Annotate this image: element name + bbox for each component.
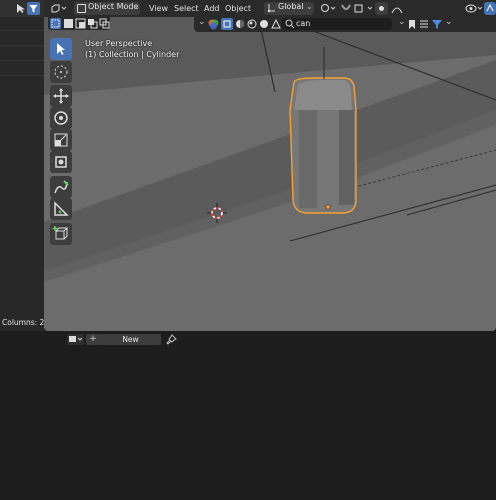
chevron-down-icon: ⌄ (132, 2, 139, 11)
editor-type-icon[interactable] (50, 3, 68, 16)
shading-material-icon[interactable] (235, 19, 245, 31)
add-datablock-button[interactable]: + (86, 334, 100, 345)
rotate-icon[interactable] (50, 107, 72, 129)
chevron-down-icon[interactable]: ⌄ (445, 17, 453, 27)
shading-rendered-icon[interactable] (247, 19, 257, 31)
viewport-toolbar: ⌄ can ⌄ ⌄ (194, 17, 496, 32)
chevron-down-icon[interactable]: ⌄ (398, 17, 406, 27)
object-mode-icon (77, 4, 86, 13)
menu-select[interactable]: Select (174, 2, 199, 15)
shading-wireframe-icon[interactable] (259, 19, 269, 31)
viewport-header: Object Mode ⌄ View Select Add Object Glo… (44, 0, 496, 17)
snap-target-icon[interactable] (354, 3, 374, 16)
browse-datablock-button[interactable] (67, 334, 84, 345)
chevron-down-icon: ⌄ (306, 2, 313, 11)
chevron-down-icon[interactable]: ⌄ (198, 17, 206, 27)
mode-dropdown[interactable]: Object Mode ⌄ (74, 2, 140, 15)
overlay-icon[interactable] (208, 19, 219, 32)
outliner-header (0, 0, 44, 17)
menu-add[interactable]: Add (204, 2, 220, 15)
pivot-icon[interactable] (320, 3, 338, 16)
measure-icon[interactable] (50, 198, 72, 220)
collection-label: (1) Collection | Cylinder (85, 50, 180, 59)
funnel-icon[interactable] (431, 19, 443, 32)
transform-orientation-dropdown[interactable]: Global ⌄ (264, 2, 314, 15)
select-invert-icon[interactable] (87, 18, 98, 31)
search-icon (285, 19, 295, 31)
menu-object[interactable]: Object (225, 2, 251, 15)
select-intersect-icon[interactable] (99, 18, 110, 31)
search-field[interactable]: can (282, 18, 392, 30)
search-input[interactable]: can (296, 18, 386, 30)
bookmark-icon[interactable] (408, 19, 416, 32)
gizmo-toggle[interactable] (484, 2, 496, 15)
view-name-label: User Perspective (85, 39, 153, 48)
snap-icon[interactable] (340, 2, 352, 16)
orientation-label: Global (278, 2, 304, 11)
outliner-panel (0, 0, 44, 331)
lines-icon[interactable] (419, 19, 429, 31)
global-icon (267, 3, 276, 15)
select-extend-icon[interactable] (63, 18, 74, 31)
pin-icon[interactable] (166, 334, 177, 345)
menu-view[interactable]: View (149, 2, 168, 15)
filter-icon[interactable] (27, 2, 40, 15)
bottom-editor-area (0, 331, 496, 500)
cursor-select-icon[interactable] (16, 3, 26, 16)
add-cube-icon[interactable] (50, 223, 72, 245)
proportional-icon[interactable] (391, 3, 403, 16)
scale-icon[interactable] (50, 129, 72, 151)
proportional-toggle[interactable] (375, 2, 388, 15)
columns-label: Columns: 2 (2, 318, 45, 327)
select-subtract-icon[interactable] (75, 18, 86, 31)
transform-icon[interactable] (50, 151, 72, 173)
select-mode-bar (48, 17, 110, 30)
view-object-types-icon[interactable] (465, 3, 483, 16)
mode-label: Object Mode (88, 2, 139, 11)
shading-solid-icon[interactable] (221, 18, 233, 30)
new-button[interactable]: New (100, 334, 161, 345)
move-icon[interactable] (50, 85, 72, 107)
select-tool-button[interactable] (50, 38, 72, 60)
select-box-icon[interactable] (50, 18, 61, 29)
visibility-icon[interactable] (271, 18, 281, 31)
annotate-icon[interactable] (50, 176, 72, 198)
cursor-tool-icon[interactable] (50, 61, 72, 83)
